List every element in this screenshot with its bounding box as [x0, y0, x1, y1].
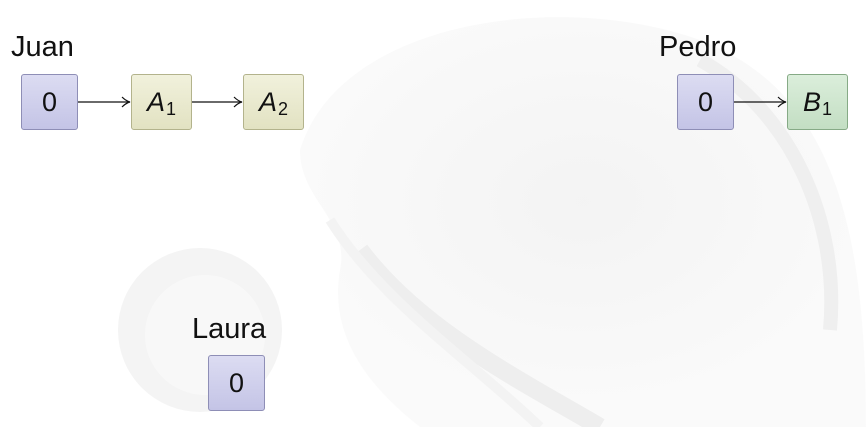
- juan-node-a1-sub: 1: [166, 98, 177, 119]
- juan-node-a1-var: A: [146, 86, 165, 117]
- pedro-start-node: 0: [677, 74, 734, 130]
- laura-start-node: 0: [208, 355, 265, 411]
- laura-start-value: 0: [228, 367, 245, 398]
- juan-node-a2: A2: [243, 74, 304, 130]
- list-name-juan: Juan: [11, 31, 74, 63]
- juan-node-a2-sub: 2: [278, 98, 289, 119]
- juan-start-node: 0: [21, 74, 78, 130]
- pedro-node-b1-sub: 1: [822, 98, 833, 119]
- list-name-pedro: Pedro: [659, 31, 737, 63]
- juan-node-a1: A1: [131, 74, 192, 130]
- pedro-node-b1-var: B: [802, 86, 821, 117]
- pedro-node-b1: B1: [787, 74, 848, 130]
- juan-node-a2-var: A: [258, 86, 277, 117]
- juan-start-value: 0: [41, 86, 58, 117]
- pedro-start-value: 0: [697, 86, 714, 117]
- background-watermark: [118, 17, 866, 427]
- list-name-laura: Laura: [192, 313, 267, 345]
